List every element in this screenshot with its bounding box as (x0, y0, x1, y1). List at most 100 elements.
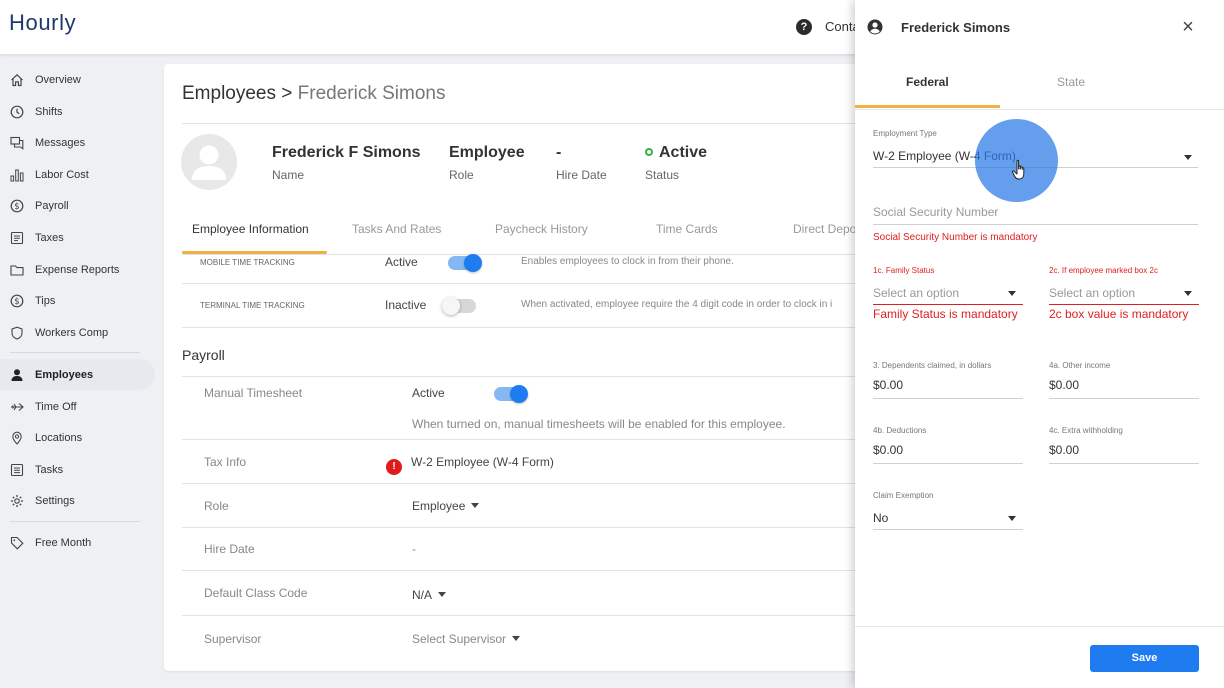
supervisor-select[interactable]: Select Supervisor (412, 632, 521, 646)
sidebar-item-workers-comp[interactable]: Workers Comp (0, 317, 155, 348)
sidebar-item-label: Messages (35, 136, 86, 149)
tab-federal[interactable]: Federal (906, 75, 949, 89)
save-button[interactable]: Save (1090, 645, 1199, 672)
mobile-time-tracking-label: MOBILE TIME TRACKING (200, 258, 295, 267)
sidebar-item-label: Shifts (35, 105, 63, 118)
hire-date-value: - (556, 144, 562, 161)
employment-type-label: Employment Type (873, 129, 937, 138)
tabs-divider (182, 254, 864, 255)
row-divider (182, 327, 864, 328)
row-divider (182, 570, 864, 571)
breadcrumb-root[interactable]: Employees > (182, 83, 292, 104)
sidebar-item-payroll[interactable]: $ Payroll (0, 190, 155, 221)
shield-icon (9, 325, 25, 341)
svg-text:$: $ (14, 297, 19, 307)
hire-date-row-value[interactable]: - (412, 542, 416, 556)
caret-down-icon (471, 503, 480, 508)
tab-state[interactable]: State (1057, 75, 1085, 89)
folder-icon (9, 262, 25, 278)
row-divider (182, 283, 864, 284)
default-class-code-select[interactable]: N/A (412, 588, 447, 602)
sidebar-item-shifts[interactable]: Shifts (0, 96, 155, 127)
extra-withholding-input[interactable]: $0.00 (1049, 443, 1079, 457)
box-2c-error: 2c box value is mandatory (1049, 307, 1189, 321)
sidebar-item-free-month[interactable]: Free Month (0, 527, 155, 558)
tab-paycheck-history[interactable]: Paycheck History (495, 222, 588, 236)
tax-info-value[interactable]: ! W-2 Employee (W-4 Form) (386, 455, 554, 475)
caret-down-icon (1008, 291, 1016, 296)
employee-role-stat: Employee Role (449, 144, 525, 182)
other-income-input[interactable]: $0.00 (1049, 378, 1079, 392)
terminal-time-tracking-description: When activated, employee require the 4 d… (521, 299, 833, 310)
active-tab-indicator (855, 105, 1000, 108)
alert-icon: ! (386, 459, 402, 475)
sidebar-item-label: Expense Reports (35, 263, 120, 276)
box-2c-label: 2c. If employee marked box 2c (1049, 266, 1158, 275)
sidebar-item-label: Employees (35, 368, 94, 381)
dollar-coin-icon: $ (9, 293, 25, 309)
sidebar-item-expense-reports[interactable]: Expense Reports (0, 254, 155, 285)
sidebar-divider (10, 352, 140, 353)
employee-role: Employee (449, 144, 525, 161)
employee-role-label: Role (449, 168, 474, 182)
sidebar-item-time-off[interactable]: Time Off (0, 391, 155, 422)
employee-name-label: Name (272, 168, 305, 182)
row-divider (182, 527, 864, 528)
sidebar-item-tasks[interactable]: Tasks (0, 454, 155, 485)
sidebar-item-messages[interactable]: Messages (0, 127, 155, 158)
family-status-error: Family Status is mandatory (873, 307, 1018, 321)
toggle-knob (510, 385, 528, 403)
hire-date-stat: - Hire Date (556, 144, 607, 182)
terminal-time-tracking-label: TERMINAL TIME TRACKING (200, 301, 305, 310)
box-2c-select[interactable]: Select an option (1049, 286, 1135, 300)
help-icon[interactable]: ? (796, 19, 812, 35)
terminal-time-tracking-toggle[interactable] (442, 297, 476, 315)
sidebar-item-tips[interactable]: $ Tips (0, 285, 155, 316)
sidebar-item-label: Overview (35, 73, 81, 86)
tab-direct-deposit[interactable]: Direct Depo (793, 222, 856, 236)
sidebar-item-label: Free Month (35, 536, 92, 549)
mobile-time-tracking-toggle[interactable] (448, 254, 482, 272)
tab-employee-information[interactable]: Employee Information (192, 222, 309, 236)
caret-down-icon (1184, 291, 1192, 296)
app-logo[interactable]: Hourly (9, 10, 76, 36)
tab-time-cards[interactable]: Time Cards (656, 222, 718, 236)
sidebar-item-label: Tasks (35, 463, 64, 476)
family-status-underline (873, 304, 1023, 305)
avatar (181, 134, 237, 190)
chat-icon (9, 135, 25, 151)
caret-down-icon (1184, 155, 1192, 160)
caret-down-icon (438, 592, 447, 597)
status-stat: Active Status (645, 144, 707, 182)
sidebar-item-overview[interactable]: Overview (0, 64, 155, 95)
panel-title: Frederick Simons (901, 20, 1011, 35)
sidebar: Overview Shifts Messages Labor Cost $ Pa… (0, 54, 162, 688)
close-icon[interactable]: × (1177, 16, 1199, 38)
default-class-code-label: Default Class Code (204, 586, 308, 600)
claim-exemption-underline (873, 529, 1023, 530)
role-select[interactable]: Employee (412, 499, 480, 513)
deductions-input[interactable]: $0.00 (873, 443, 903, 457)
sidebar-item-taxes[interactable]: Taxes (0, 222, 155, 253)
sidebar-item-employees[interactable]: Employees (0, 359, 155, 390)
mobile-time-tracking-description: Enables employees to clock in from their… (521, 256, 734, 267)
plane-icon (9, 399, 25, 415)
claim-exemption-select[interactable]: No (873, 511, 888, 525)
sidebar-item-label: Tips (35, 294, 56, 307)
tax-info-panel: Frederick Simons × Federal State Employm… (855, 0, 1224, 688)
toggle-knob (464, 254, 482, 272)
sidebar-item-labor-cost[interactable]: Labor Cost (0, 159, 155, 190)
sidebar-item-settings[interactable]: Settings (0, 485, 155, 516)
tab-tasks-and-rates[interactable]: Tasks And Rates (352, 222, 441, 236)
manual-timesheet-toggle[interactable] (494, 385, 528, 403)
account-circle-icon (867, 19, 883, 35)
dollar-circle-icon: $ (9, 198, 25, 214)
caret-down-icon (1008, 516, 1016, 521)
dependents-input[interactable]: $0.00 (873, 378, 903, 392)
ssn-underline (873, 224, 1198, 225)
ssn-input[interactable]: Social Security Number (873, 205, 998, 219)
status-label: Status (645, 168, 680, 182)
family-status-label: 1c. Family Status (873, 266, 935, 275)
sidebar-item-locations[interactable]: Locations (0, 422, 155, 453)
family-status-select[interactable]: Select an option (873, 286, 959, 300)
